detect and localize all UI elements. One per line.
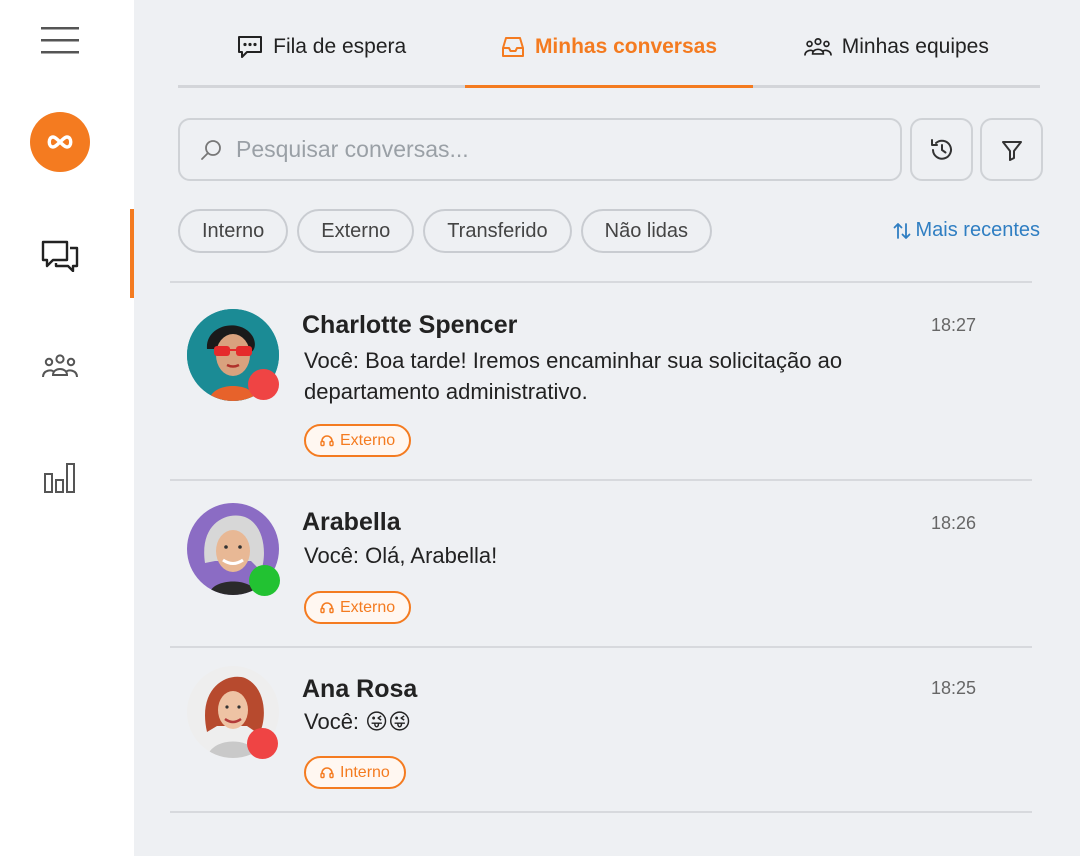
logo: [30, 112, 90, 172]
search-box[interactable]: [178, 118, 902, 181]
sort-arrows-icon: [893, 222, 910, 239]
team-icon: [803, 37, 832, 56]
inbox-icon: [501, 36, 524, 57]
app-logo-button[interactable]: [0, 112, 120, 172]
message-time: 18:26: [930, 513, 976, 533]
history-button[interactable]: [910, 118, 973, 181]
badge-label: Externo: [340, 431, 396, 449]
filter-chips: Interno Externo Transferido Não lidas: [178, 209, 713, 253]
status-busy-indicator: [247, 728, 278, 759]
conversation-row-ana-rosa[interactable]: Ana Rosa 18:25 Você: 😜😜 Interno: [170, 646, 1032, 813]
conversation-row-charlotte[interactable]: Charlotte Spencer 18:27 Você: Boa tarde!…: [170, 281, 1032, 479]
tab-label: Fila de espera: [273, 34, 407, 58]
main-panel: Fila de espera Minhas conversas Minhas e…: [134, 0, 1080, 856]
menu-button[interactable]: [0, 22, 120, 58]
hamburger-icon: [41, 27, 79, 54]
channel-badge: Externo: [304, 591, 412, 624]
chip-transferred[interactable]: Transferido: [423, 209, 572, 253]
chat-dots-icon: [238, 35, 263, 58]
last-message: Você: Boa tarde! Iremos encaminhar sua s…: [304, 348, 843, 404]
infinity-icon: [47, 135, 73, 149]
message-time: 18:25: [930, 678, 976, 698]
chip-external[interactable]: Externo: [297, 209, 415, 253]
contact-name: Ana Rosa: [302, 675, 418, 703]
status-busy-indicator: [248, 369, 279, 400]
conversation-list: Charlotte Spencer 18:27 Você: Boa tarde!…: [170, 281, 1032, 813]
filter-icon: [1001, 140, 1022, 161]
chip-unread[interactable]: Não lidas: [580, 209, 713, 253]
channel-badge: Interno: [304, 756, 406, 789]
tab-label: Minhas conversas: [534, 34, 718, 58]
chat-bubbles-icon: [41, 240, 79, 272]
channel-badge: Externo: [304, 424, 412, 457]
tab-my-conversations[interactable]: Minhas conversas: [465, 0, 753, 88]
nav-teams[interactable]: [0, 342, 120, 390]
tab-bar: Fila de espera Minhas conversas Minhas e…: [178, 0, 1040, 88]
sort-label: Mais recentes: [915, 219, 1041, 241]
badge-label: Externo: [340, 598, 396, 616]
nav-conversations[interactable]: [0, 230, 120, 282]
conversation-row-arabella[interactable]: Arabella 18:26 Você: Olá, Arabella! Exte…: [170, 479, 1032, 646]
headset-icon: [320, 601, 334, 613]
badge-label: Interno: [340, 763, 390, 781]
contact-name: Arabella: [302, 508, 401, 536]
sidebar: [0, 0, 134, 856]
search-input[interactable]: [236, 136, 876, 163]
status-online-indicator: [249, 565, 280, 596]
nav-reports[interactable]: [0, 454, 120, 502]
last-message: Você: 😜😜: [304, 709, 412, 734]
sort-button[interactable]: Mais recentes: [892, 219, 1041, 242]
contact-name: Charlotte Spencer: [302, 311, 518, 339]
tab-waiting-queue[interactable]: Fila de espera: [178, 0, 465, 85]
team-icon: [42, 354, 78, 378]
tab-label: Minhas equipes: [841, 34, 989, 58]
headset-icon: [320, 766, 334, 778]
last-message: Você: Olá, Arabella!: [304, 543, 498, 568]
message-time: 18:27: [930, 315, 976, 335]
chip-internal[interactable]: Interno: [178, 209, 289, 253]
headset-icon: [320, 434, 334, 446]
filter-button[interactable]: [980, 118, 1043, 181]
search-icon: [201, 139, 221, 160]
history-icon: [930, 138, 952, 160]
bar-chart-icon: [44, 463, 75, 493]
tab-my-teams[interactable]: Minhas equipes: [753, 0, 1040, 85]
